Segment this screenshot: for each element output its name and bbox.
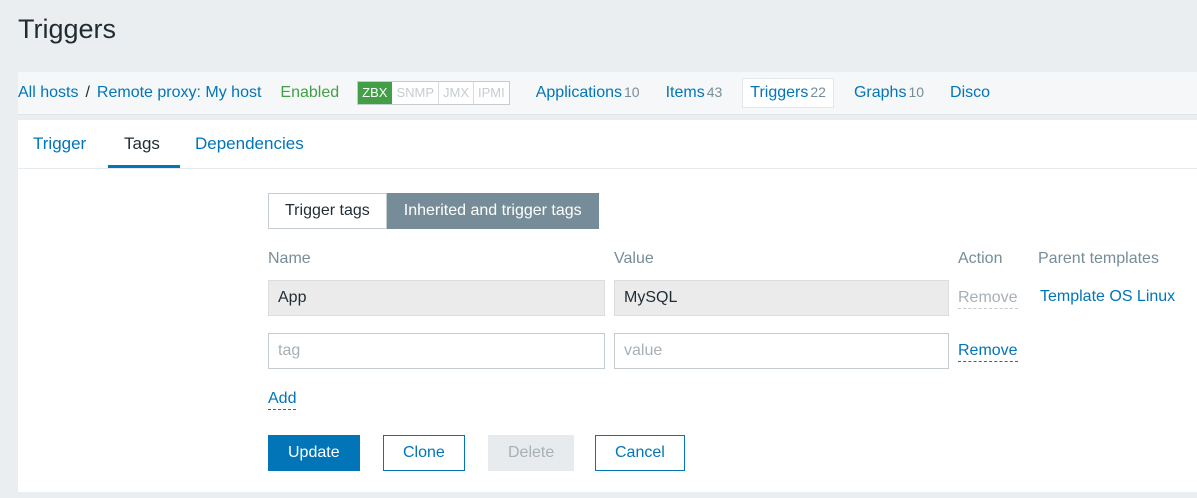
- column-header-name: Name: [268, 250, 311, 267]
- column-header-value: Value: [614, 250, 654, 267]
- nav-applications-count: 10: [624, 84, 640, 100]
- nav-items-label: Items: [665, 84, 705, 101]
- availability-zbx: ZBX: [358, 82, 393, 104]
- page-title: Triggers: [18, 14, 117, 44]
- nav-items[interactable]: Items 43: [666, 84, 723, 102]
- column-header-parent-templates: Parent templates: [1038, 250, 1159, 267]
- new-tag-value-input[interactable]: value: [614, 333, 949, 369]
- update-button[interactable]: Update: [268, 435, 360, 471]
- host-navigation-bar: All hosts / Remote proxy: My host Enable…: [18, 72, 1197, 115]
- tab-dependencies[interactable]: Dependencies: [195, 134, 304, 154]
- parent-template-link[interactable]: Template OS Linux: [1040, 288, 1175, 306]
- delete-button: Delete: [488, 435, 575, 471]
- nav-graphs-count: 10: [908, 84, 925, 100]
- inherited-tags-option[interactable]: Inherited and trigger tags: [386, 193, 599, 229]
- tab-tags[interactable]: Tags: [124, 134, 160, 154]
- nav-items-count: 43: [706, 84, 723, 100]
- availability-ipmi: IPMI: [474, 82, 509, 104]
- clone-button[interactable]: Clone: [383, 435, 465, 471]
- nav-graphs-label: Graphs: [853, 84, 907, 101]
- tag-name-field: App: [268, 280, 605, 316]
- form-tabs: Trigger Tags Dependencies: [18, 120, 1197, 169]
- breadcrumb-host[interactable]: Remote proxy: My host: [97, 84, 262, 102]
- remove-link[interactable]: Remove: [958, 341, 1018, 362]
- nav-applications[interactable]: Applications 10: [536, 84, 640, 102]
- host-status-enabled[interactable]: Enabled: [280, 84, 339, 102]
- breadcrumb-separator: /: [85, 84, 90, 101]
- active-tab-indicator: [108, 165, 180, 168]
- remove-link-disabled: Remove: [958, 288, 1018, 309]
- nav-discovery[interactable]: Disco: [950, 84, 990, 102]
- nav-triggers[interactable]: Triggers 22: [742, 78, 834, 108]
- breadcrumb-all-hosts[interactable]: All hosts: [18, 84, 78, 102]
- trigger-form-panel: Trigger Tags Dependencies Trigger tags I…: [18, 120, 1197, 492]
- column-header-action: Action: [958, 250, 1003, 267]
- nav-triggers-label: Triggers: [750, 84, 809, 101]
- add-tag-link[interactable]: Add: [268, 389, 297, 410]
- tab-trigger[interactable]: Trigger: [33, 134, 86, 154]
- tags-mode-switch: Trigger tags Inherited and trigger tags: [268, 193, 599, 229]
- availability-indicators: ZBX SNMP JMX IPMI: [357, 81, 510, 105]
- cancel-button[interactable]: Cancel: [595, 435, 685, 471]
- new-tag-name-input[interactable]: tag: [268, 333, 605, 369]
- nav-discovery-label: Disco: [950, 84, 991, 101]
- availability-snmp: SNMP: [392, 82, 439, 104]
- availability-jmx: JMX: [439, 82, 474, 104]
- nav-applications-label: Applications: [535, 84, 623, 101]
- nav-triggers-count: 22: [810, 84, 826, 100]
- trigger-tags-option[interactable]: Trigger tags: [268, 193, 387, 229]
- tag-value-field: MySQL: [614, 280, 949, 316]
- nav-graphs[interactable]: Graphs 10: [854, 84, 924, 102]
